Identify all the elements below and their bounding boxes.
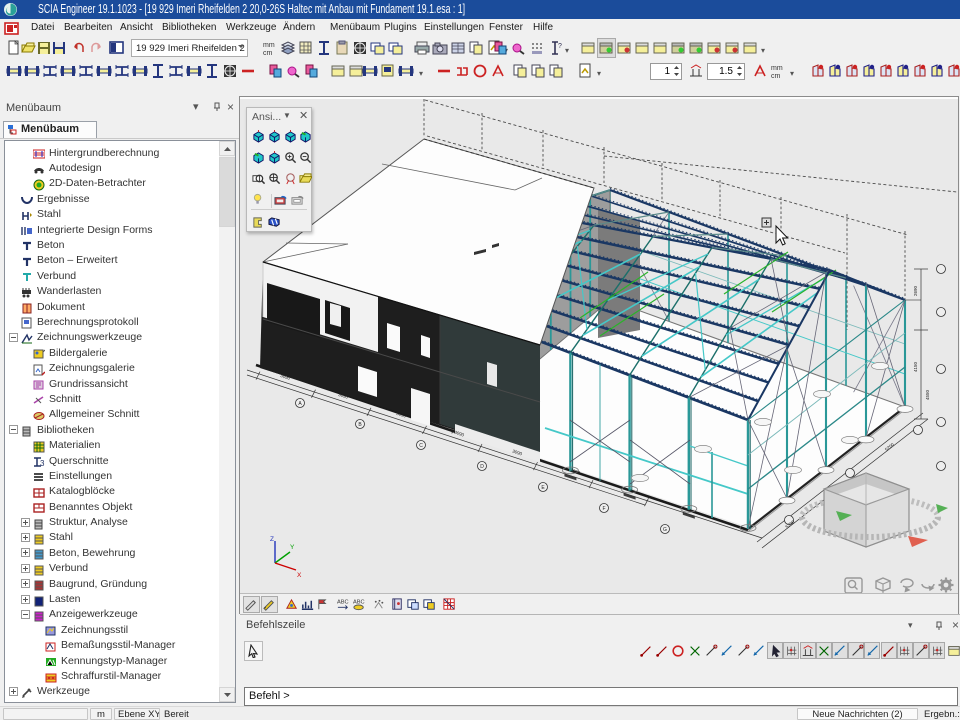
svg-text:mm: mm: [771, 65, 783, 72]
svg-text:?: ?: [558, 43, 562, 50]
svg-text:D: D: [480, 464, 484, 470]
svg-text:C: C: [419, 443, 423, 449]
svg-text:X: X: [297, 572, 302, 579]
svg-text:F: F: [602, 506, 605, 512]
svg-text:4550: 4550: [925, 389, 930, 400]
svg-text:Y: Y: [290, 544, 295, 551]
svg-text:mm: mm: [263, 42, 275, 49]
svg-text:cm: cm: [771, 73, 781, 79]
svg-text:G: G: [663, 527, 667, 533]
svg-text:ABC: ABC: [337, 600, 349, 606]
svg-text:cm: cm: [263, 50, 273, 56]
svg-text:2690: 2690: [913, 285, 918, 296]
svg-text:Z: Z: [270, 536, 274, 543]
svg-text:4150: 4150: [913, 361, 918, 372]
svg-text:3: 3: [40, 459, 45, 468]
